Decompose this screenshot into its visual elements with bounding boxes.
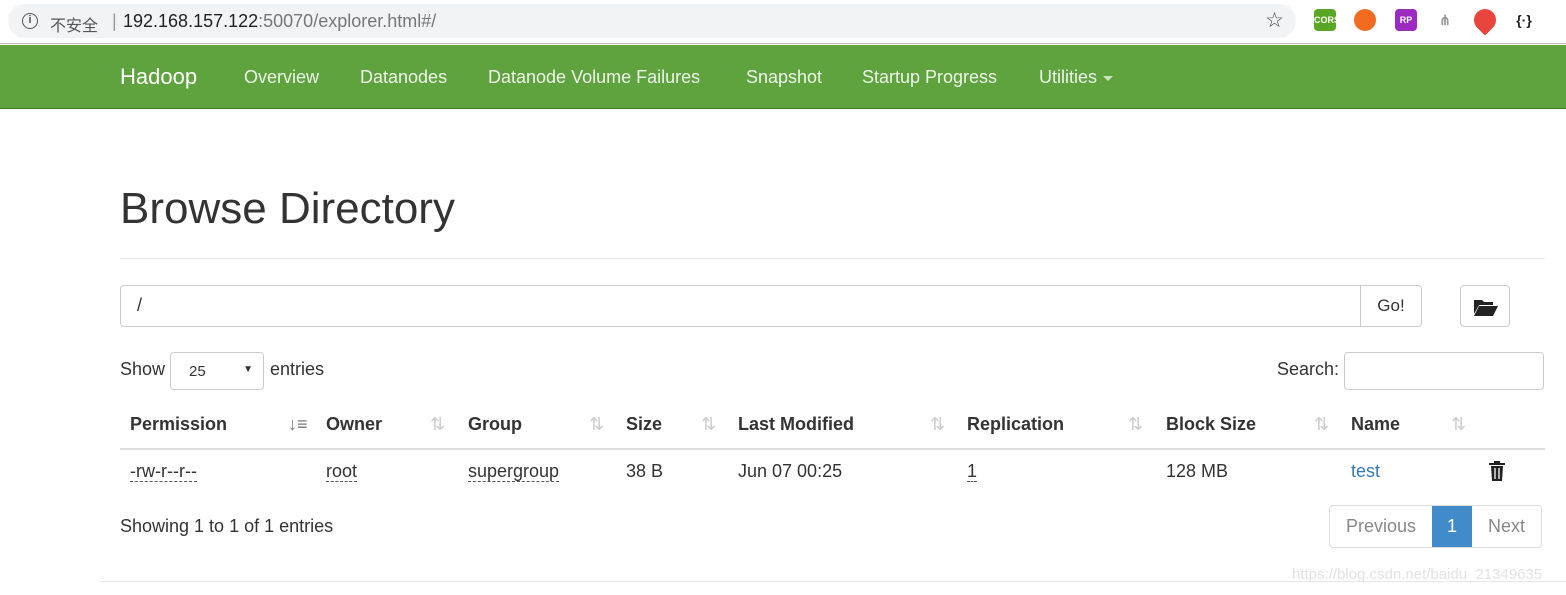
sort-icon[interactable]: ⇅ (701, 414, 716, 435)
next-button[interactable]: Next (1472, 506, 1541, 547)
header-divider (120, 448, 1545, 450)
browser-toolbar: i 不安全 | 192.168.157.122:50070/explorer.h… (0, 0, 1566, 44)
json-extension-icon[interactable]: {·} (1513, 9, 1535, 31)
owner-cell[interactable]: root (326, 461, 358, 482)
replication-cell[interactable]: 1 (967, 461, 978, 482)
location-extension-icon[interactable] (1469, 4, 1501, 36)
last-modified-cell: Jun 07 00:25 (738, 461, 843, 481)
show-label: Show (120, 359, 166, 379)
watermark: https://blog.csdn.net/baidu_21349635 (1292, 566, 1543, 583)
previous-button[interactable]: Previous (1330, 506, 1432, 547)
navbar: Hadoop Overview Datanodes Datanode Volum… (0, 45, 1566, 109)
pagination: Previous 1 Next (1329, 505, 1543, 548)
column-group[interactable]: Group (468, 414, 522, 435)
nav-datanodes[interactable]: Datanodes (360, 67, 447, 88)
nav-utilities[interactable]: Utilities (1039, 67, 1114, 88)
sitemap-extension-icon[interactable]: ⋔ (1434, 9, 1456, 31)
entries-select[interactable]: 25 ▼ (170, 352, 264, 390)
column-size[interactable]: Size (626, 414, 662, 435)
sort-icon[interactable]: ⇅ (1128, 414, 1143, 435)
nav-volume-failures[interactable]: Datanode Volume Failures (488, 67, 700, 88)
table-info: Showing 1 to 1 of 1 entries (120, 516, 334, 536)
caret-down-icon: ▼ (243, 364, 253, 375)
address-bar[interactable]: i 不安全 | 192.168.157.122:50070/explorer.h… (8, 4, 1296, 38)
permission-cell[interactable]: -rw-r--r-- (130, 461, 197, 482)
column-name[interactable]: Name (1351, 414, 1400, 435)
folder-open-icon (1474, 300, 1498, 316)
sort-asc-icon[interactable]: ↓≡ (288, 414, 308, 435)
orange-extension-icon[interactable] (1354, 9, 1376, 31)
nav-startup-progress[interactable]: Startup Progress (862, 67, 997, 88)
size-cell: 38 B (626, 461, 664, 481)
sort-icon[interactable]: ⇅ (930, 414, 945, 435)
column-owner[interactable]: Owner (326, 414, 382, 435)
search-input[interactable] (1344, 352, 1544, 390)
column-replication[interactable]: Replication (967, 414, 1064, 435)
security-label: 不安全 (50, 18, 99, 35)
trash-icon[interactable] (1489, 461, 1505, 481)
block-size-cell: 128 MB (1166, 461, 1229, 481)
sort-icon[interactable]: ⇅ (430, 414, 445, 435)
group-cell[interactable]: supergroup (468, 461, 560, 482)
entries-label: entries (270, 359, 325, 379)
sort-icon[interactable]: ⇅ (1314, 414, 1329, 435)
chevron-down-icon (1103, 75, 1114, 81)
info-icon[interactable]: i (22, 13, 38, 29)
create-directory-button[interactable] (1460, 285, 1510, 327)
separator: | (112, 11, 117, 31)
sort-icon[interactable]: ⇅ (589, 414, 604, 435)
sort-icon[interactable]: ⇅ (1451, 414, 1466, 435)
brand-link[interactable]: Hadoop (120, 64, 197, 90)
column-last-modified[interactable]: Last Modified (738, 414, 854, 435)
go-button[interactable]: Go! (1360, 285, 1422, 327)
url-text[interactable]: 192.168.157.122:50070/explorer.html#/ (123, 11, 436, 32)
table-row: -rw-r--r-- (130, 461, 197, 482)
path-input[interactable]: / (120, 285, 1361, 327)
entries-value: 25 (189, 363, 206, 380)
nav-utilities-label: Utilities (1039, 67, 1098, 87)
file-name-link[interactable]: test (1351, 461, 1380, 482)
page-1-button[interactable]: 1 (1432, 506, 1473, 547)
cors-extension-icon[interactable]: CORS (1314, 9, 1340, 31)
column-permission[interactable]: Permission (130, 414, 227, 435)
column-block-size[interactable]: Block Size (1166, 414, 1256, 435)
divider (120, 258, 1545, 259)
nav-snapshot[interactable]: Snapshot (746, 67, 822, 88)
bookmark-star-icon[interactable]: ☆ (1265, 8, 1284, 33)
search-label: Search: (1277, 359, 1340, 379)
nav-overview[interactable]: Overview (244, 67, 319, 88)
rp-extension-icon[interactable]: RP (1395, 9, 1417, 31)
page-title: Browse Directory (120, 184, 455, 233)
